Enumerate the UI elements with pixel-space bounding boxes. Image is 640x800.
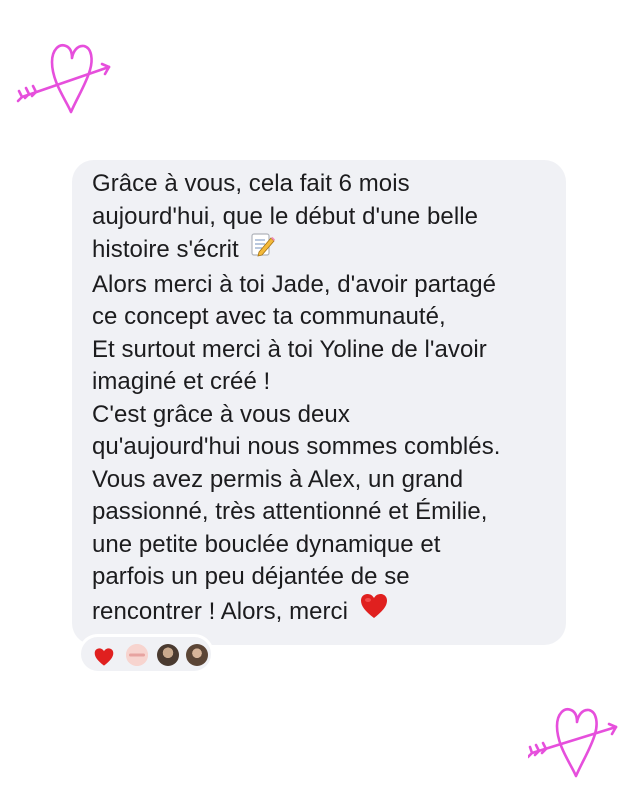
reaction-avatar[interactable] [186,644,208,666]
message-line: histoire s'écrit [92,236,239,264]
message-line: Vous avez permis à Alex, un grand [92,465,464,493]
message-line: qu'aujourd'hui nous sommes comblés. [92,433,501,460]
heart-arrow-icon [528,700,628,780]
message-line: Alors merci à toi Jade, d'avoir partagé [92,270,497,298]
red-heart-icon [359,592,389,630]
reaction-avatar[interactable] [157,644,179,666]
message-line: passionné, très attentionné et Émilie, [92,498,488,525]
message-line: aujourd'hui, que le début d'une belle [92,202,478,230]
reaction-avatar[interactable] [126,644,148,666]
memo-icon [249,231,276,267]
message-line: rencontrer ! Alors, merci [92,597,348,625]
reactions-bar[interactable] [78,634,214,674]
message-line: Et surtout merci à toi Yoline de l'avoir [92,335,487,363]
message-line: ce concept avec ta communauté, [92,303,446,330]
message-line: imaginé et créé ! [92,368,271,395]
red-heart-icon [93,647,115,669]
heart-arrow-icon [14,38,114,118]
message-line: Grâce à vous, cela fait 6 mois [92,170,410,197]
message-line: une petite bouclée dynamique et [92,530,441,558]
message-bubble[interactable]: Grâce à vous, cela fait 6 mois aujourd'h… [72,160,566,645]
message-line-with-memo: histoire s'écrit [92,233,548,269]
message-line: parfois un peu déjantée de se [92,563,410,590]
message-line: C'est grâce à vous deux [92,400,350,428]
message-line-with-heart: rencontrer ! Alors, merci [92,592,548,632]
